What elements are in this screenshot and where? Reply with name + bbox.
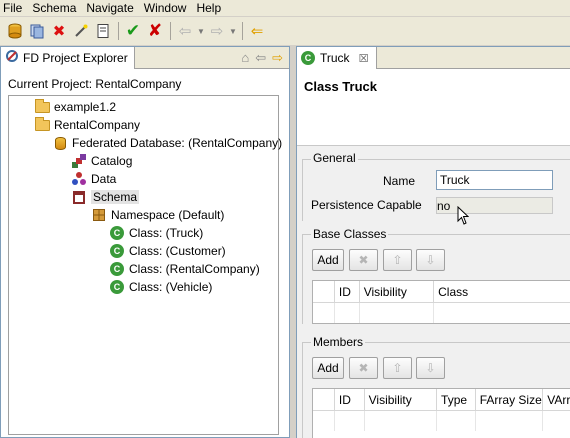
class-editor-panel: C Truck ☒ Class Truck General Name Truck…: [296, 46, 570, 438]
tab-project-explorer-label: FD Project Explorer: [23, 50, 128, 65]
table-row: [313, 411, 570, 431]
general-section-title: General: [311, 151, 358, 165]
tab-truck[interactable]: C Truck ☒: [297, 47, 377, 69]
class-icon: C: [109, 244, 125, 258]
arrow-up-icon: ⇧: [392, 253, 403, 267]
forward-arrow-icon[interactable]: ⇨: [272, 50, 283, 66]
menu-navigate[interactable]: Navigate: [82, 0, 139, 16]
cancel-icon[interactable]: ✘: [144, 20, 166, 42]
column-header-id[interactable]: ID: [335, 388, 365, 411]
catalog-icon: [71, 154, 87, 168]
tree-item-schema[interactable]: Schema: [71, 188, 140, 206]
column-header-visibility[interactable]: Visibility: [365, 388, 438, 411]
add-base-class-button[interactable]: Add: [312, 249, 344, 271]
column-header-visibility[interactable]: Visibility: [360, 280, 435, 303]
tab-project-explorer[interactable]: FD Project Explorer: [1, 46, 135, 69]
document-icon[interactable]: [92, 20, 114, 42]
menu-schema[interactable]: Schema: [28, 0, 82, 16]
members-table[interactable]: ID Visibility Type FArray Size VArr: [312, 388, 570, 438]
move-down-base-class-button[interactable]: ⇩: [416, 249, 445, 271]
database-icon[interactable]: [4, 20, 26, 42]
checkmark-icon[interactable]: ✔: [122, 20, 144, 42]
class-icon: C: [109, 280, 125, 294]
mouse-cursor-icon: [457, 206, 469, 225]
folder-icon: [34, 98, 50, 114]
move-up-member-button[interactable]: ⇧: [383, 357, 412, 379]
name-field[interactable]: Truck: [436, 170, 553, 190]
delete-icon: ✖: [358, 361, 369, 375]
class-icon: C: [109, 226, 125, 240]
pin-arrow-icon[interactable]: ⇐: [246, 20, 268, 42]
close-icon[interactable]: ☒: [359, 52, 369, 65]
add-member-button[interactable]: Add: [312, 357, 344, 379]
base-classes-table[interactable]: ID Visibility Class: [312, 280, 570, 324]
data-icon: [71, 172, 87, 186]
magic-wand-icon[interactable]: [70, 20, 92, 42]
forward-arrow-icon[interactable]: ⇨: [206, 20, 228, 42]
tree-item-class-vehicle[interactable]: C Class: (Vehicle): [109, 278, 212, 296]
current-project-label: Current Project: RentalCompany: [8, 77, 182, 91]
base-classes-section-title: Base Classes: [311, 227, 389, 241]
database-icon: [52, 136, 68, 150]
tree-item-namespace[interactable]: Namespace (Default): [91, 206, 224, 224]
tree-item-rentalcompany[interactable]: RentalCompany: [34, 116, 140, 134]
tree-item-example[interactable]: example1.2: [34, 98, 116, 116]
arrow-down-icon: ⇩: [425, 361, 436, 375]
back-arrow-icon[interactable]: ⇦: [174, 20, 196, 42]
move-down-member-button[interactable]: ⇩: [416, 357, 445, 379]
editor-tabbar: C Truck ☒: [297, 47, 570, 69]
tree-item-class-truck[interactable]: C Class: (Truck): [109, 224, 203, 242]
move-up-base-class-button[interactable]: ⇧: [383, 249, 412, 271]
tree-item-catalog[interactable]: Catalog: [71, 152, 132, 170]
column-header-type[interactable]: Type: [437, 388, 476, 411]
class-icon: C: [109, 262, 125, 276]
tree-item-class-customer[interactable]: C Class: (Customer): [109, 242, 226, 260]
menu-bar: File Schema Navigate Window Help: [0, 0, 570, 16]
members-section-title: Members: [311, 335, 366, 349]
explorer-icon: [5, 49, 19, 66]
toolbar-separator: [238, 20, 246, 42]
column-header: [313, 280, 335, 303]
column-header-class[interactable]: Class: [434, 281, 570, 303]
name-label: Name: [383, 174, 416, 188]
delete-icon[interactable]: ✖: [48, 20, 70, 42]
class-icon: C: [301, 51, 315, 65]
tab-truck-label: Truck: [320, 51, 350, 65]
remove-member-button[interactable]: ✖: [349, 357, 378, 379]
tree-item-class-rentalcompany[interactable]: C Class: (RentalCompany): [109, 260, 260, 278]
menu-file[interactable]: File: [0, 0, 28, 16]
namespace-icon: [91, 208, 107, 222]
column-header-farray-size[interactable]: FArray Size: [476, 388, 544, 411]
column-header-id[interactable]: ID: [335, 280, 360, 303]
class-form: General Name Truck Persistence Capable n…: [297, 145, 570, 438]
multi-database-icon[interactable]: [26, 20, 48, 42]
tree-item-data[interactable]: Data: [71, 170, 116, 188]
persistence-capable-value: no: [436, 197, 553, 214]
column-header: [313, 388, 335, 411]
table-row: [313, 303, 570, 323]
home-icon[interactable]: ⌂: [241, 50, 249, 66]
project-explorer-tabbar: FD Project Explorer ⌂ ⇦ ⇨: [1, 46, 289, 69]
menu-help[interactable]: Help: [192, 0, 227, 16]
page-title: Class Truck: [304, 79, 377, 94]
delete-icon: ✖: [358, 253, 369, 267]
project-explorer-panel: FD Project Explorer ⌂ ⇦ ⇨ Current Projec…: [0, 46, 290, 438]
folder-icon: [34, 116, 50, 132]
arrow-down-icon: ⇩: [425, 253, 436, 267]
schema-icon: [71, 190, 87, 204]
tree-item-federated-database[interactable]: Federated Database: (RentalCompany): [52, 134, 282, 152]
back-arrow-icon[interactable]: ⇦: [255, 50, 266, 66]
menu-window[interactable]: Window: [140, 0, 193, 16]
toolbar: ✖ ✔ ✘ ⇦ ▼ ⇨ ▼ ⇐: [0, 17, 570, 45]
column-header-varray[interactable]: VArr: [543, 389, 570, 411]
toolbar-separator: [166, 20, 174, 42]
chevron-down-icon[interactable]: ▼: [196, 20, 206, 42]
persistence-capable-label: Persistence Capable: [311, 198, 422, 212]
toolbar-separator: [114, 20, 122, 42]
remove-base-class-button[interactable]: ✖: [349, 249, 378, 271]
chevron-down-icon[interactable]: ▼: [228, 20, 238, 42]
project-tree[interactable]: example1.2 RentalCompany Federated Datab…: [8, 95, 282, 435]
arrow-up-icon: ⇧: [392, 361, 403, 375]
